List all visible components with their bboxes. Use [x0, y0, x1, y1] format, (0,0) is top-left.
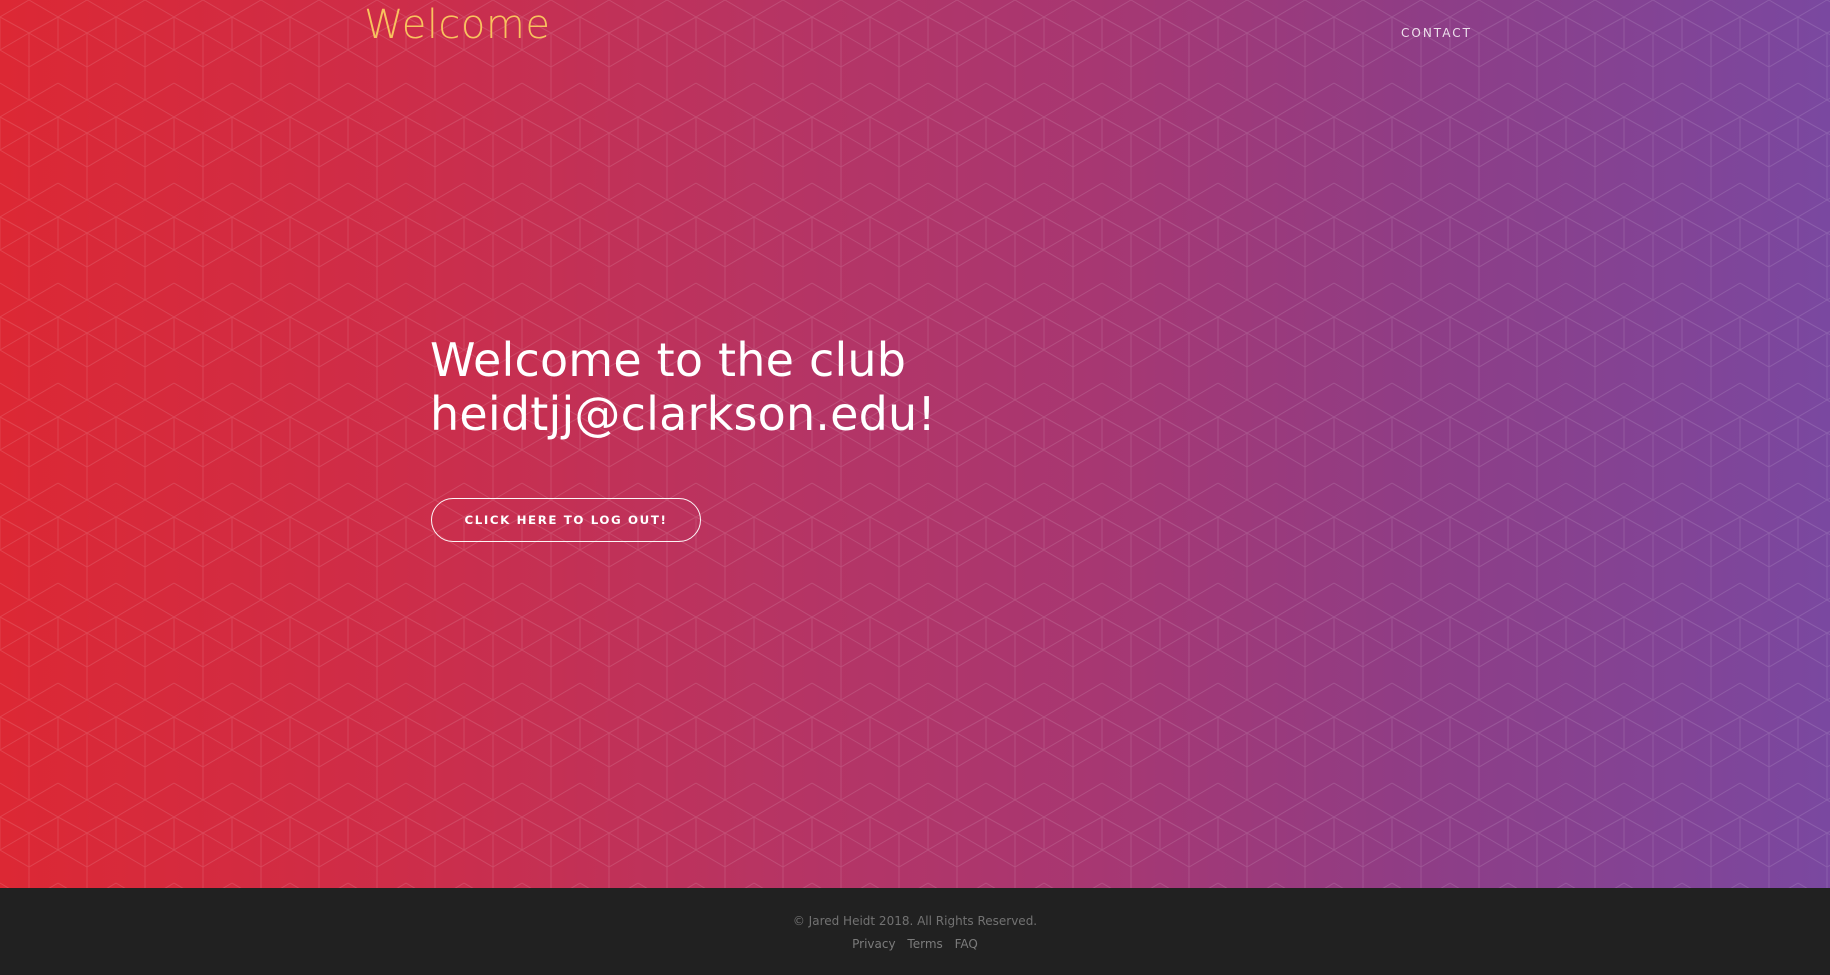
- footer-links: Privacy Terms FAQ: [0, 937, 1830, 951]
- headline-line-1: Welcome to the club: [430, 333, 907, 387]
- brand-title[interactable]: Welcome: [364, 2, 550, 48]
- hero-section: Welcome CONTACT Welcome to the club heid…: [0, 0, 1830, 888]
- headline-line-2: heidtjj@clarkson.edu!: [430, 387, 937, 441]
- copyright-text: © Jared Heidt 2018. All Rights Reserved.: [792, 914, 1038, 928]
- footer-link-privacy[interactable]: Privacy: [852, 937, 895, 951]
- welcome-headline: Welcome to the club heidtjj@clarkson.edu…: [430, 333, 1330, 441]
- logout-button[interactable]: CLICK HERE TO LOG OUT!: [431, 498, 701, 542]
- background-cube-pattern: [0, 0, 1830, 888]
- nav-contact-link[interactable]: CONTACT: [1401, 26, 1472, 40]
- footer-link-faq[interactable]: FAQ: [955, 937, 978, 951]
- footer-link-terms[interactable]: Terms: [907, 937, 942, 951]
- footer: © Jared Heidt 2018. All Rights Reserved.…: [0, 888, 1830, 975]
- page: Welcome CONTACT Welcome to the club heid…: [0, 0, 1830, 975]
